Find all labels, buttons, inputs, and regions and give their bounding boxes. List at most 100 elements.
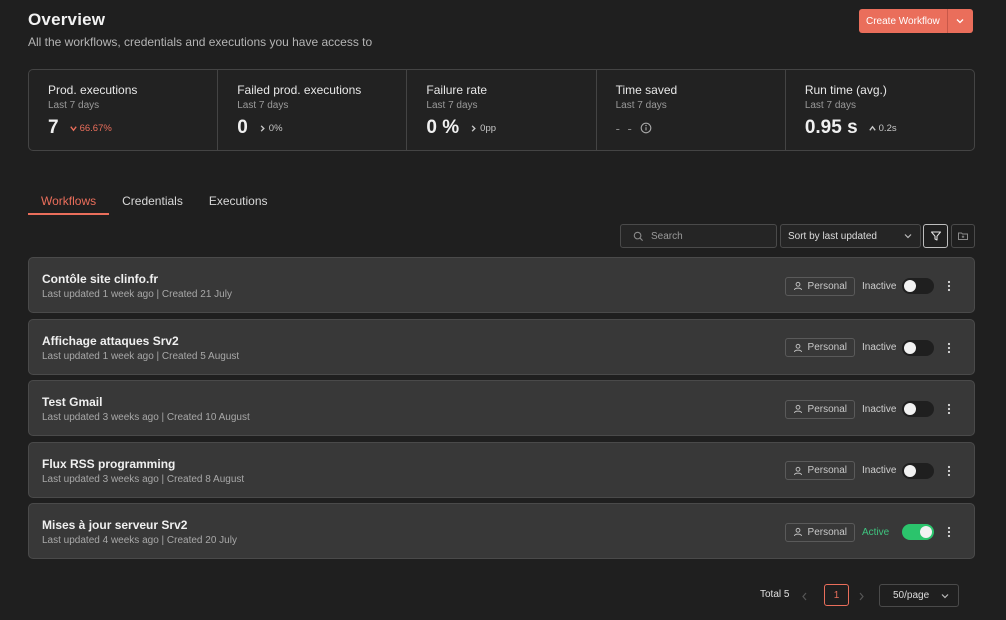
stat-failure-rate[interactable]: Failure rate Last 7 days 0 % 0pp: [407, 70, 597, 150]
prev-page-button[interactable]: [800, 589, 809, 607]
owner-badge: Personal: [784, 522, 855, 542]
workflow-meta: Last updated 3 weeks ago | Created 8 Aug…: [42, 473, 245, 485]
workflow-name[interactable]: Flux RSS programming: [42, 457, 175, 471]
status-label: Inactive: [862, 403, 897, 415]
per-page-label: 50/page: [893, 590, 930, 601]
more-button[interactable]: [936, 526, 962, 538]
status-label: Inactive: [862, 342, 897, 353]
workflow-card[interactable]: Flux RSS programming Last updated 3 week…: [28, 441, 975, 498]
stat-delta: 0.2s: [868, 123, 897, 134]
badge-label: Personal: [807, 465, 847, 476]
workflow-card[interactable]: Mises à jour serveur Srv2 Last updated 4…: [28, 503, 975, 559]
tab-credentials[interactable]: Credentials: [109, 194, 196, 215]
active-toggle[interactable]: [902, 524, 934, 540]
create-workflow-button[interactable]: Create Workflow: [859, 9, 947, 33]
up-icon: [868, 125, 876, 131]
workflow-list: Contôle site clinfo.fr Last updated 1 we…: [28, 257, 975, 565]
more-vertical-icon: [947, 403, 951, 415]
stat-title: Time saved: [615, 83, 678, 97]
more-vertical-icon: [947, 280, 951, 292]
stat-delta: 0%: [258, 123, 283, 134]
stat-delta: [640, 122, 652, 134]
stat-delta: 0pp: [469, 123, 496, 134]
workflow-name[interactable]: Test Gmail: [42, 395, 102, 409]
workflow-meta: Last updated 4 weeks ago | Created 20 Ju…: [42, 535, 237, 546]
stat-value: 0.95 s: [804, 117, 858, 138]
owner-badge: Personal: [784, 338, 855, 357]
stat-run-time[interactable]: Run time (avg.) Last 7 days 0.95 s 0.2s: [786, 70, 974, 150]
search-box: [620, 224, 777, 248]
badge-label: Personal: [807, 280, 847, 292]
stat-period: Last 7 days: [804, 100, 856, 111]
active-toggle[interactable]: [902, 278, 934, 294]
more-vertical-icon: [947, 526, 951, 538]
search-icon: [633, 231, 644, 241]
stat-value: 0 %: [426, 117, 460, 138]
toggle-knob: [904, 341, 916, 354]
chevron-down-icon: [941, 593, 949, 598]
owner-badge: Personal: [784, 399, 855, 419]
sort-select[interactable]: Sort by last updated: [780, 224, 921, 248]
stat-value: 0: [237, 117, 248, 138]
user-icon: [793, 343, 802, 352]
tab-workflows[interactable]: Workflows: [28, 194, 110, 215]
chevron-right-icon: [260, 124, 265, 132]
per-page-select[interactable]: 50/page: [879, 584, 959, 607]
more-button[interactable]: [936, 342, 962, 354]
tab-bar: Workflows Credentials Executions: [28, 194, 281, 215]
chevron-left-icon: [802, 592, 807, 601]
stat-title: Run time (avg.): [804, 83, 887, 97]
user-icon: [793, 404, 802, 414]
stat-failed-executions[interactable]: Failed prod. executions Last 7 days 0 0%: [218, 70, 408, 150]
page-subtitle: All the workflows, credentials and execu…: [28, 35, 373, 49]
chevron-down-icon: [956, 19, 964, 24]
info-icon[interactable]: [640, 122, 652, 134]
more-vertical-icon: [947, 342, 951, 353]
badge-label: Personal: [807, 526, 847, 538]
workflow-name[interactable]: Affichage attaques Srv2: [42, 334, 179, 348]
stat-period: Last 7 days: [615, 100, 667, 111]
workflow-card[interactable]: Contôle site clinfo.fr Last updated 1 we…: [28, 257, 975, 313]
toggle-knob: [904, 403, 916, 415]
user-icon: [793, 527, 802, 537]
workflow-name[interactable]: Mises à jour serveur Srv2: [42, 518, 187, 532]
tab-executions[interactable]: Executions: [196, 194, 281, 215]
page-header: Overview All the workflows, credentials …: [28, 10, 372, 49]
active-toggle[interactable]: [902, 462, 934, 479]
toggle-knob: [920, 526, 932, 538]
workflow-meta: Last updated 1 week ago | Created 21 Jul…: [42, 289, 232, 300]
more-button[interactable]: [936, 465, 962, 477]
owner-badge: Personal: [784, 276, 855, 296]
stat-delta-value: 0.2s: [878, 122, 897, 134]
workflow-name[interactable]: Contôle site clinfo.fr: [42, 272, 158, 286]
next-page-button[interactable]: [857, 589, 866, 607]
workflow-card[interactable]: Affichage attaques Srv2 Last updated 1 w…: [28, 318, 975, 375]
workflow-meta: Last updated 1 week ago | Created 5 Augu…: [42, 350, 240, 362]
stat-value: 7: [48, 117, 59, 138]
more-vertical-icon: [947, 465, 951, 476]
stat-title: Prod. executions: [48, 83, 138, 97]
active-toggle[interactable]: [902, 401, 934, 417]
page-number-current[interactable]: 1: [824, 584, 849, 606]
status-label: Active: [862, 526, 890, 538]
more-button[interactable]: [936, 403, 962, 415]
toggle-knob: [904, 464, 916, 477]
user-icon: [793, 466, 802, 475]
badge-label: Personal: [807, 403, 847, 415]
stat-title: Failed prod. executions: [237, 83, 362, 97]
create-workflow-dropdown[interactable]: [946, 9, 973, 33]
more-button[interactable]: [936, 280, 962, 292]
workflow-card[interactable]: Test Gmail Last updated 3 weeks ago | Cr…: [28, 380, 975, 436]
stat-prod-executions[interactable]: Prod. executions Last 7 days 7 66.67%: [29, 70, 219, 150]
toggle-knob: [904, 280, 916, 292]
chevron-right-icon: [471, 124, 476, 132]
page-title: Overview: [28, 10, 106, 29]
add-folder-button[interactable]: [951, 224, 975, 248]
search-input[interactable]: [651, 230, 761, 242]
status-label: Inactive: [862, 465, 897, 476]
filter-icon: [930, 231, 941, 241]
filter-button[interactable]: [923, 224, 948, 248]
active-toggle[interactable]: [902, 339, 934, 356]
stat-time-saved[interactable]: Time saved Last 7 days - -: [597, 70, 786, 150]
stat-title: Failure rate: [426, 83, 488, 97]
